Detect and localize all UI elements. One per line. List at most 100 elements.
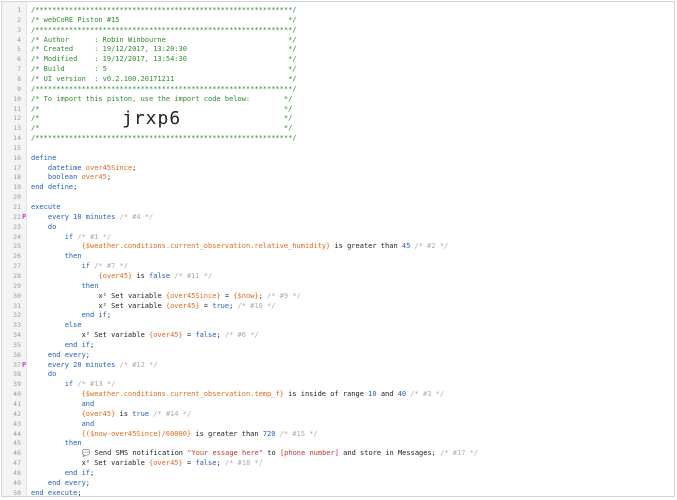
code-text: /* Modified : 19/12/2017, 13:54:30 */ — [31, 54, 297, 64]
code-line: 46 💬 Send SMS notification "Your essage … — [2, 448, 674, 458]
code-token: /* #1 */ — [77, 232, 112, 241]
code-line: 5 /* Created : 19/12/2017, 13:20:30 */ — [2, 44, 674, 54]
code-text: and — [31, 419, 95, 429]
code-text: {$weather.conditions.current_observation… — [31, 389, 444, 399]
code-line: 3 /**************************************… — [2, 25, 674, 35]
code-text: /***************************************… — [31, 84, 297, 94]
code-line: 12/* */ — [2, 113, 674, 123]
piston-flag-icon[interactable]: P — [22, 360, 26, 370]
code-token: and store in Messages; — [338, 449, 436, 458]
code-token: {over45} — [81, 409, 116, 418]
line-number: 23 — [13, 222, 21, 231]
code-token: /* To import this piston, use the import… — [31, 94, 293, 103]
line-number: 12 — [13, 114, 21, 123]
code-line: 37 P every 20 minutes /* #12 */ — [2, 360, 674, 370]
code-token: then — [81, 281, 99, 290]
line-number: 21 — [13, 203, 21, 211]
code-text: and — [31, 399, 95, 409]
code-text: end execute; — [31, 488, 82, 497]
code-line: 40 {$weather.conditions.current_observat… — [2, 389, 674, 399]
code-token: = — [220, 291, 234, 300]
code-token: /* Author : Robin Winbourne */ — [31, 35, 297, 44]
code-text: end every; — [31, 478, 90, 488]
code-token: ; — [85, 350, 91, 359]
piston-flag-icon[interactable]: P — [22, 212, 26, 222]
code-line: 48 end if; — [2, 468, 674, 478]
code-line: 4 /* Author : Robin Winbourne */ — [2, 35, 674, 45]
code-token: /* #9 */ — [262, 291, 301, 300]
code-line: 6 /* Modified : 19/12/2017, 13:54:30 */ — [2, 54, 674, 64]
code-token: minutes — [81, 360, 120, 369]
code-token: /***************************************… — [31, 25, 297, 34]
code-line: 1 /**************************************… — [2, 5, 674, 15]
code-text: end define; — [31, 182, 77, 192]
code-token: 720 — [262, 429, 276, 438]
code-token: [phone number] — [279, 449, 339, 458]
code-line: 25 {$weather.conditions.current_observat… — [2, 241, 674, 251]
code-text: datetime over45Since; — [31, 163, 137, 173]
code-line: 7 /* Build : 5 */ — [2, 64, 674, 74]
line-number: 5 — [17, 45, 21, 54]
code-line: 20 — [2, 192, 674, 202]
line-number: 25 — [13, 242, 21, 251]
code-text: do — [31, 222, 56, 232]
line-number: 39 — [13, 380, 21, 389]
code-line: 27 if /* #7 */ — [2, 261, 674, 271]
code-line: 23 do — [2, 222, 674, 232]
code-token: end if — [64, 468, 91, 477]
line-number: 47 — [13, 459, 21, 468]
line-number: 46 — [13, 449, 21, 458]
code-token: /* #17 */ — [435, 449, 479, 458]
code-token: 10 — [368, 390, 377, 399]
line-number: 16 — [13, 153, 21, 162]
code-text: if /* #7 */ — [31, 261, 128, 271]
code-text: x² Set variable {over45} = false; /* #6 … — [31, 330, 259, 340]
code-token: ; — [73, 183, 78, 192]
code-token: {over45} — [149, 331, 183, 340]
code-token: = — [199, 301, 213, 310]
code-token: /* Modified : 19/12/2017, 13:54:30 */ — [31, 55, 297, 64]
line-number: 7 — [17, 65, 21, 74]
line-number: 10 — [13, 94, 21, 103]
line-number: 43 — [13, 419, 21, 428]
code-token: 20 — [73, 360, 82, 369]
line-number: 1 — [17, 6, 21, 14]
code-token: ; — [77, 488, 82, 497]
code-token: define — [31, 153, 57, 162]
line-number: 35 — [13, 340, 21, 349]
code-token: ; — [90, 468, 95, 477]
line-number: 19 — [13, 183, 21, 192]
code-token: and — [376, 390, 398, 399]
code-text: {over45} is false /* #11 */ — [31, 271, 212, 281]
code-line: 21 execute — [2, 202, 674, 212]
code-line: 28 {over45} is false /* #11 */ — [2, 271, 674, 281]
code-token: end execute — [31, 488, 78, 497]
code-text: end every; — [31, 350, 90, 360]
code-token: every — [47, 212, 74, 221]
code-text: /* Build : 5 */ — [31, 64, 297, 74]
code-line: 49 end every; — [2, 478, 674, 488]
piston-code-editor: 1 /**************************************… — [1, 1, 675, 497]
code-text: /* Created : 19/12/2017, 13:20:30 */ — [31, 44, 297, 54]
code-token: ; — [90, 340, 95, 349]
code-line: 17 datetime over45Since; — [2, 163, 674, 173]
code-line: 38 do — [2, 369, 674, 379]
line-number: 15 — [13, 143, 21, 152]
code-token: is — [115, 409, 133, 418]
code-line: 42 {over45} is true /* #14 */ — [2, 409, 674, 419]
code-line: 29 then — [2, 281, 674, 291]
code-token: {($now-over45Since)/60000} — [81, 429, 192, 438]
code-token: end if — [64, 340, 91, 349]
code-token: /* #12 */ — [119, 360, 158, 369]
code-text: /* Author : Robin Winbourne */ — [31, 35, 297, 45]
code-token: /* #7 */ — [94, 262, 128, 271]
code-text: boolean over45; — [31, 172, 111, 182]
code-token: true — [132, 409, 150, 418]
code-token: /* UI version : v0.2.100.20171211 */ — [31, 74, 297, 83]
